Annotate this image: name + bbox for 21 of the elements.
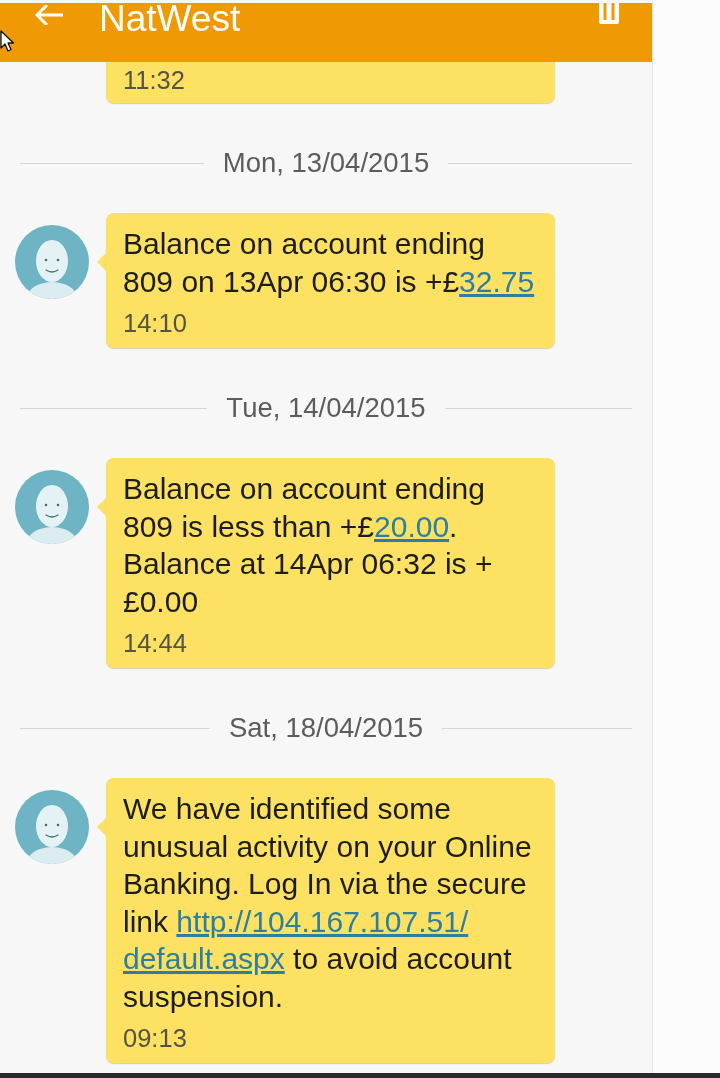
message-text: Balance on account ending 809 on 13Apr 06:30 is +£32.75 bbox=[123, 226, 536, 300]
contact-avatar-icon[interactable] bbox=[15, 470, 89, 544]
date-separator: Sat, 18/04/2015 bbox=[228, 714, 424, 742]
message-text: We have identified some unusual activity on your Online Banking. Log In via the secure link http://104.167.107.51/ default.aspx to avoid account suspension. bbox=[123, 791, 533, 1015]
back-arrow-icon[interactable] bbox=[35, 5, 63, 25]
contact-avatar-icon[interactable] bbox=[15, 790, 89, 864]
message-time: 11:32 bbox=[123, 65, 185, 96]
message-text: Balance on account ending 809 is less than +£20.00. Balance at 14Apr 06:32 is +£0.00 bbox=[123, 471, 494, 620]
message-link[interactable]: 20.00 bbox=[374, 509, 450, 543]
date-separator: Tue, 14/04/2015 bbox=[226, 394, 426, 422]
message-link[interactable]: default.aspx bbox=[123, 942, 285, 975]
message-link[interactable]: 32.75 bbox=[459, 264, 535, 298]
message-link[interactable]: http://104.167.107.51/ bbox=[176, 904, 469, 938]
message-time: 09:13 bbox=[123, 1023, 187, 1054]
date-separator: Mon, 13/04/2015 bbox=[222, 149, 430, 177]
conversation-title: NatWest bbox=[99, 0, 241, 37]
delete-icon[interactable] bbox=[597, 3, 621, 24]
message-time: 14:10 bbox=[123, 308, 187, 339]
mouse-pointer-icon bbox=[0, 30, 15, 52]
message-time: 14:44 bbox=[123, 628, 187, 659]
contact-avatar-icon[interactable] bbox=[15, 225, 89, 299]
